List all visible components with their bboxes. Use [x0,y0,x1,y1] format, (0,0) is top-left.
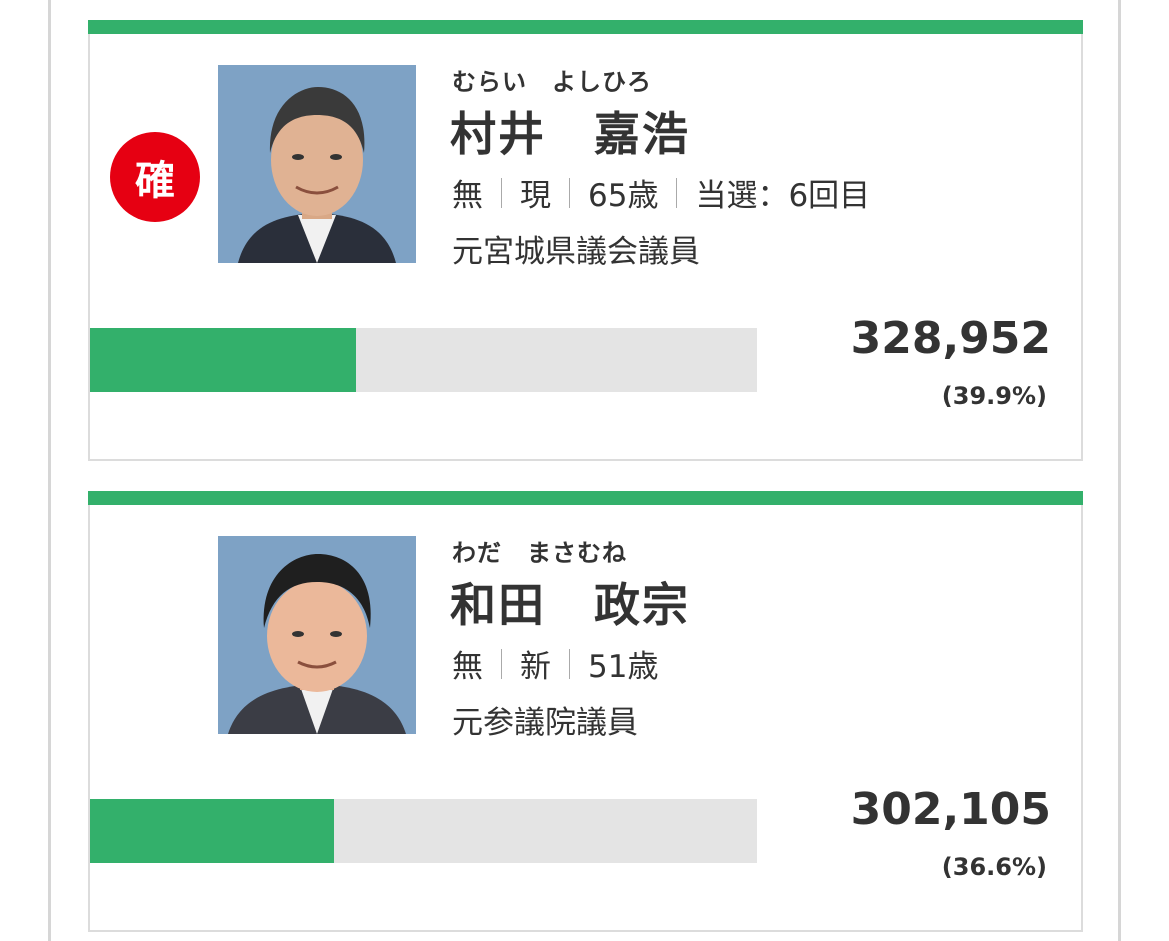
candidate-name: 村井 嘉浩 [450,107,690,161]
candidate-kana: むらい よしひろ [452,68,652,96]
meta-divider [569,648,570,679]
candidate-career: 元参議院議員 [452,705,638,741]
candidate-status: 現 [520,178,551,214]
candidate-meta: 無 現 65歳 当選：6回目 [452,170,870,215]
candidate-status: 新 [520,649,551,685]
candidate-portrait-icon [218,536,416,734]
candidate-card: 確 むらい よしひろ 村井 嘉浩 無 現 65歳 当選：6回目 元宮城県議会議員… [88,20,1083,461]
meta-divider [501,648,502,679]
candidate-age: 51歳 [588,649,659,685]
card-top-accent-bar [88,491,1083,505]
elected-badge: 確 [110,132,200,222]
right-border-rail [1118,0,1121,941]
candidate-term: 当選：6回目 [695,178,871,214]
vote-share-bar [90,328,757,392]
vote-percent: (36.6%) [941,853,1047,881]
meta-divider [501,177,502,208]
candidate-party: 無 [452,649,483,685]
vote-count: 328,952 [850,313,1051,364]
candidate-career: 元宮城県議会議員 [452,234,700,270]
vote-share-bar-fill [90,799,335,863]
candidate-kana: わだ まさむね [452,539,627,567]
meta-divider [569,177,570,208]
candidate-age: 65歳 [588,178,659,214]
candidate-portrait-icon [218,65,416,263]
vote-count: 302,105 [850,784,1051,835]
left-border-rail [48,0,51,941]
vote-share-bar-fill [90,328,357,392]
vote-percent: (39.9%) [941,382,1047,410]
candidate-photo [218,536,416,734]
meta-divider [676,177,678,208]
candidate-party: 無 [452,178,483,214]
candidate-name: 和田 政宗 [450,578,690,632]
candidate-meta: 無 新 51歳 [452,641,658,686]
candidate-card: わだ まさむね 和田 政宗 無 新 51歳 元参議院議員 302,105 (36… [88,491,1083,932]
card-top-accent-bar [88,20,1083,34]
vote-share-bar [90,799,757,863]
candidate-photo [218,65,416,263]
